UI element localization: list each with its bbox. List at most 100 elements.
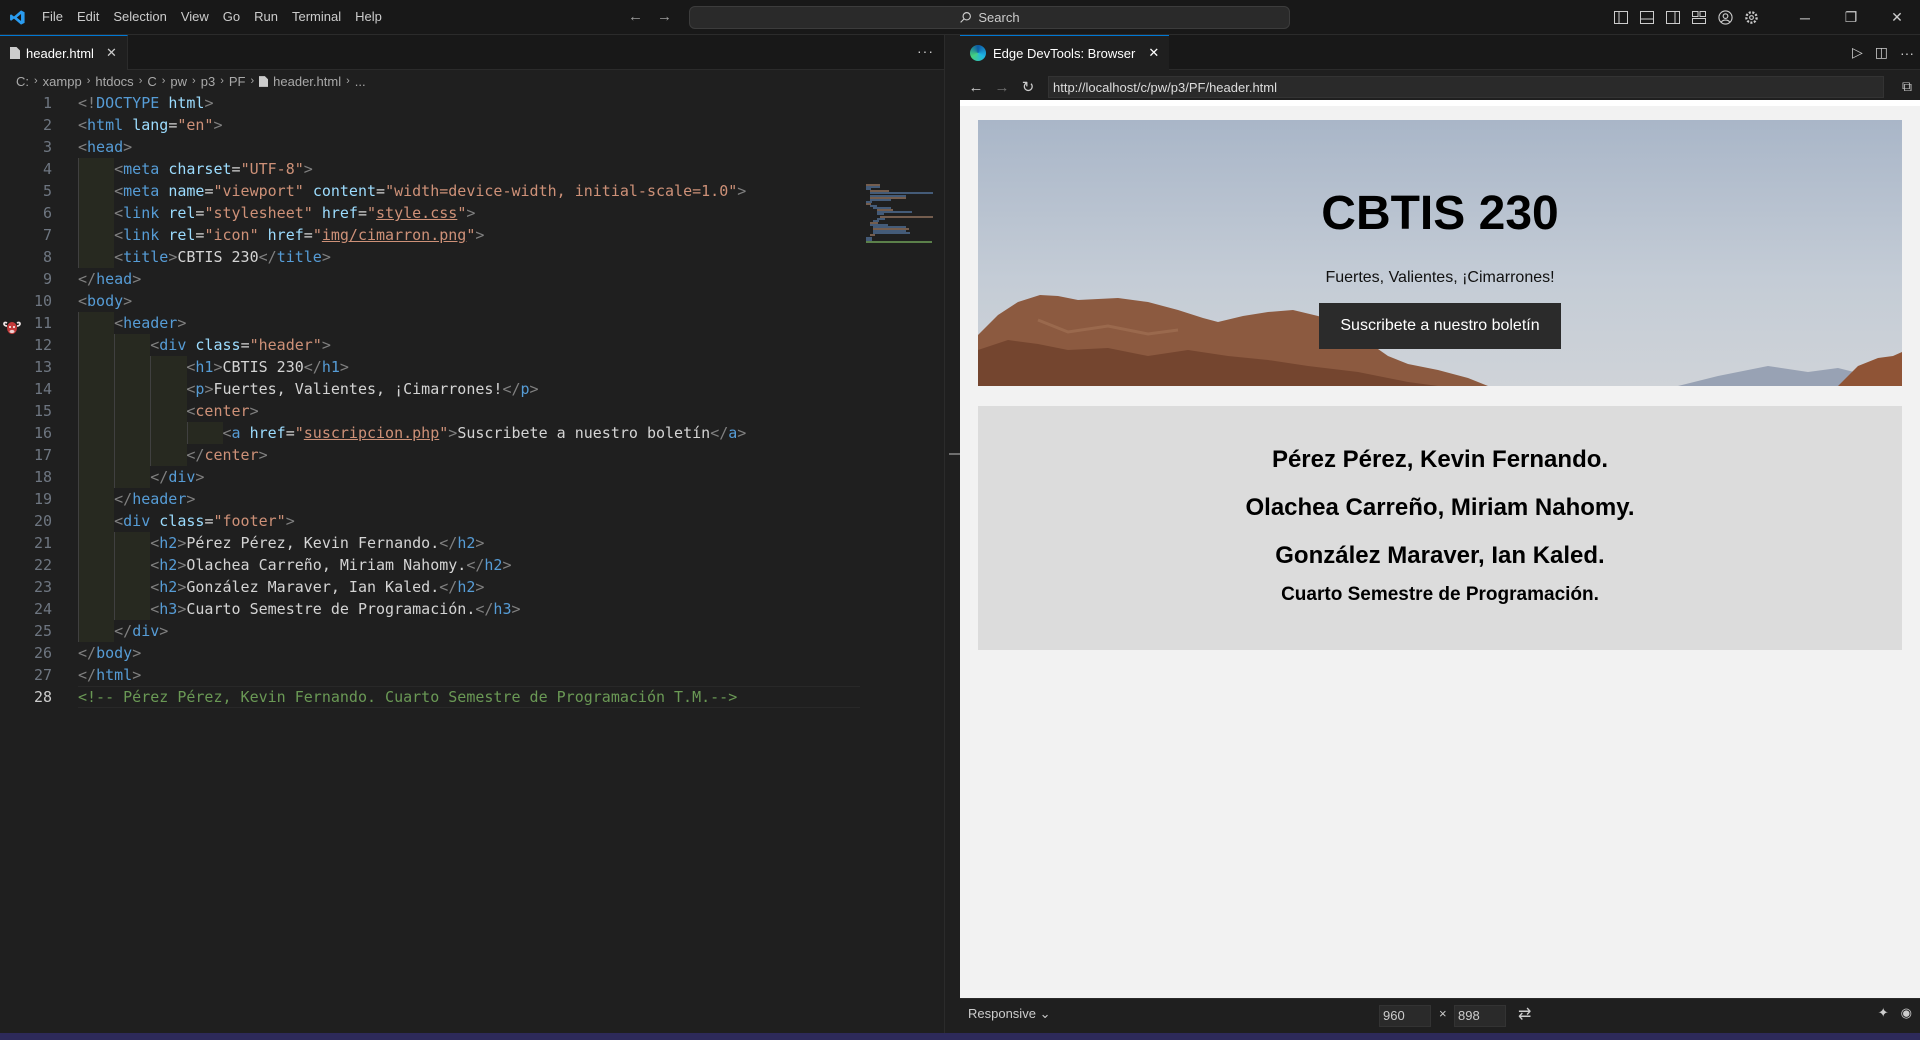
minimap[interactable] bbox=[866, 184, 944, 244]
toggle-secondary-sidebar-icon[interactable] bbox=[1660, 0, 1686, 35]
code-text: <meta name="viewport" content="width=dev… bbox=[114, 182, 747, 200]
edge-devtools-pane: Edge DevTools: Browser ✕ ▷ ◫ ··· ← → ↻ h… bbox=[960, 35, 1920, 1033]
customize-layout-icon[interactable] bbox=[1686, 0, 1712, 35]
code-editor[interactable]: 1 <!DOCTYPE html> 2 <html lang="en"> 3 <head>… bbox=[0, 92, 944, 1033]
chevron-right-icon: › bbox=[161, 75, 166, 87]
eye-icon[interactable]: ◉ bbox=[1901, 1005, 1912, 1021]
command-center-search[interactable]: Search bbox=[689, 6, 1290, 29]
magic-wand-icon[interactable]: ✦ bbox=[1878, 1005, 1889, 1021]
code-text: <body> bbox=[78, 292, 133, 310]
breadcrumb-item[interactable]: pw bbox=[170, 74, 187, 89]
editor-split-sash[interactable] bbox=[944, 35, 961, 1033]
code-line: 4 <meta charset="UTF-8"> bbox=[0, 158, 944, 180]
minimize-icon[interactable]: ─ bbox=[1782, 0, 1828, 35]
menu-help[interactable]: Help bbox=[348, 5, 389, 29]
line-number: 26 bbox=[33, 644, 52, 662]
code-text: </html> bbox=[78, 666, 142, 684]
split-editor-icon[interactable]: ◫ bbox=[1875, 44, 1888, 61]
menu-view[interactable]: View bbox=[174, 5, 216, 29]
menu-edit[interactable]: Edit bbox=[70, 5, 106, 29]
edge-icon bbox=[970, 45, 986, 61]
line-number: 3 bbox=[42, 138, 52, 156]
tab-edge-devtools-browser[interactable]: Edge DevTools: Browser ✕ bbox=[960, 35, 1170, 70]
tab-close-icon[interactable]: ✕ bbox=[106, 45, 117, 61]
author-name: Olachea Carreño, Miriam Nahomy. bbox=[1245, 494, 1635, 521]
breadcrumb-item[interactable]: C: bbox=[16, 74, 29, 89]
url-input[interactable]: http://localhost/c/pw/p3/PF/header.html bbox=[1048, 76, 1884, 98]
toggle-panel-icon[interactable] bbox=[1634, 0, 1660, 35]
tab-header-html[interactable]: header.html ✕ bbox=[0, 35, 128, 70]
code-text: <!DOCTYPE html> bbox=[78, 94, 214, 112]
code-text: <meta charset="UTF-8"> bbox=[114, 160, 313, 178]
history-nav: ← → bbox=[628, 8, 672, 25]
height-input[interactable]: 898 bbox=[1454, 1005, 1506, 1027]
chevron-right-icon: › bbox=[34, 75, 38, 87]
rotate-dimensions-icon[interactable]: ⇄ bbox=[1518, 1004, 1531, 1024]
run-icon[interactable]: ▷ bbox=[1852, 44, 1863, 61]
file-icon bbox=[10, 47, 20, 59]
toggle-primary-sidebar-icon[interactable] bbox=[1608, 0, 1634, 35]
line-number: 15 bbox=[33, 402, 52, 420]
restore-icon[interactable]: ❐ bbox=[1828, 0, 1874, 35]
browser-back-icon[interactable]: ← bbox=[968, 79, 984, 96]
code-lines: 1 <!DOCTYPE html> 2 <html lang="en"> 3 <head>… bbox=[0, 92, 944, 708]
forward-arrow-icon[interactable]: → bbox=[657, 8, 672, 25]
width-input[interactable]: 960 bbox=[1379, 1005, 1431, 1027]
menu-go[interactable]: Go bbox=[216, 5, 247, 29]
breadcrumb-item[interactable]: ... bbox=[355, 74, 366, 89]
breadcrumb-item[interactable]: p3 bbox=[201, 74, 215, 89]
device-toolbar: Responsive ⌄ 960 × 898 ⇄ ✦ ◉ bbox=[960, 998, 1920, 1030]
inspect-screencast-icon[interactable]: ⧉ bbox=[1902, 78, 1912, 95]
code-text: <title>CBTIS 230</title> bbox=[114, 248, 331, 266]
line-number: 28 bbox=[33, 688, 52, 706]
breadcrumb-item[interactable]: PF bbox=[229, 74, 246, 89]
close-window-icon[interactable]: ✕ bbox=[1874, 0, 1920, 35]
title-bar-actions: ─ ❐ ✕ bbox=[1608, 0, 1920, 35]
tab-label: header.html bbox=[26, 45, 94, 61]
settings-gear-icon[interactable] bbox=[1738, 0, 1764, 35]
code-text: <div class="header"> bbox=[150, 336, 331, 354]
back-arrow-icon[interactable]: ← bbox=[628, 8, 643, 25]
breadcrumb-item[interactable]: C bbox=[147, 74, 156, 89]
line-number: 23 bbox=[33, 578, 52, 596]
responsive-label: Responsive bbox=[968, 1006, 1036, 1021]
newsletter-subscribe-button[interactable]: Suscribete a nuestro boletín bbox=[1319, 303, 1561, 349]
editor-group: header.html ✕ ··· C: › xampp › htdocs › C › … bbox=[0, 35, 944, 1033]
code-line: 2 <html lang="en"> bbox=[0, 114, 944, 136]
minimap-line bbox=[880, 215, 933, 218]
responsive-dropdown[interactable]: Responsive ⌄ bbox=[968, 1006, 1050, 1022]
more-actions-icon[interactable]: ··· bbox=[917, 43, 934, 59]
devtools-tab-label: Edge DevTools: Browser bbox=[993, 45, 1136, 61]
menu-terminal[interactable]: Terminal bbox=[285, 5, 348, 29]
line-number: 22 bbox=[33, 556, 52, 574]
line-number: 8 bbox=[42, 248, 52, 266]
minimap-line bbox=[866, 240, 932, 243]
line-number: 18 bbox=[33, 468, 52, 486]
reload-icon[interactable]: ↻ bbox=[1020, 78, 1036, 96]
code-line: 17 </center> bbox=[0, 444, 944, 466]
menu-run[interactable]: Run bbox=[247, 5, 285, 29]
chevron-right-icon: › bbox=[220, 75, 224, 87]
code-text: </div> bbox=[150, 468, 205, 486]
code-text: <h1>CBTIS 230</h1> bbox=[186, 358, 349, 376]
breadcrumb-item[interactable]: header.html bbox=[273, 74, 341, 89]
code-line: 25 </div> bbox=[0, 620, 944, 642]
code-line: 23 <h2>González Maraver, Ian Kaled.</h2> bbox=[0, 576, 944, 598]
line-number: 6 bbox=[42, 204, 52, 222]
code-text: <div class="footer"> bbox=[114, 512, 295, 530]
breadcrumb-item[interactable]: htdocs bbox=[95, 74, 133, 89]
more-actions-icon[interactable]: ··· bbox=[1900, 45, 1914, 61]
search-icon bbox=[960, 12, 972, 23]
tab-close-icon[interactable]: ✕ bbox=[1148, 45, 1159, 61]
devtools-tab-actions: ▷ ◫ ··· bbox=[1852, 35, 1914, 70]
browser-forward-icon[interactable]: → bbox=[994, 79, 1010, 96]
code-line: 27 </html> bbox=[0, 664, 944, 686]
breadcrumb-item[interactable]: xampp bbox=[43, 74, 82, 89]
accounts-icon[interactable] bbox=[1712, 0, 1738, 35]
line-number: 12 bbox=[33, 336, 52, 354]
menu-selection[interactable]: Selection bbox=[106, 5, 173, 29]
code-text: <h2>González Maraver, Ian Kaled.</h2> bbox=[150, 578, 485, 596]
menu-file[interactable]: File bbox=[35, 5, 70, 29]
url-bar: ← → ↻ http://localhost/c/pw/p3/PF/header… bbox=[960, 70, 1920, 104]
code-text: <h2>Olachea Carreño, Miriam Nahomy.</h2> bbox=[150, 556, 512, 574]
